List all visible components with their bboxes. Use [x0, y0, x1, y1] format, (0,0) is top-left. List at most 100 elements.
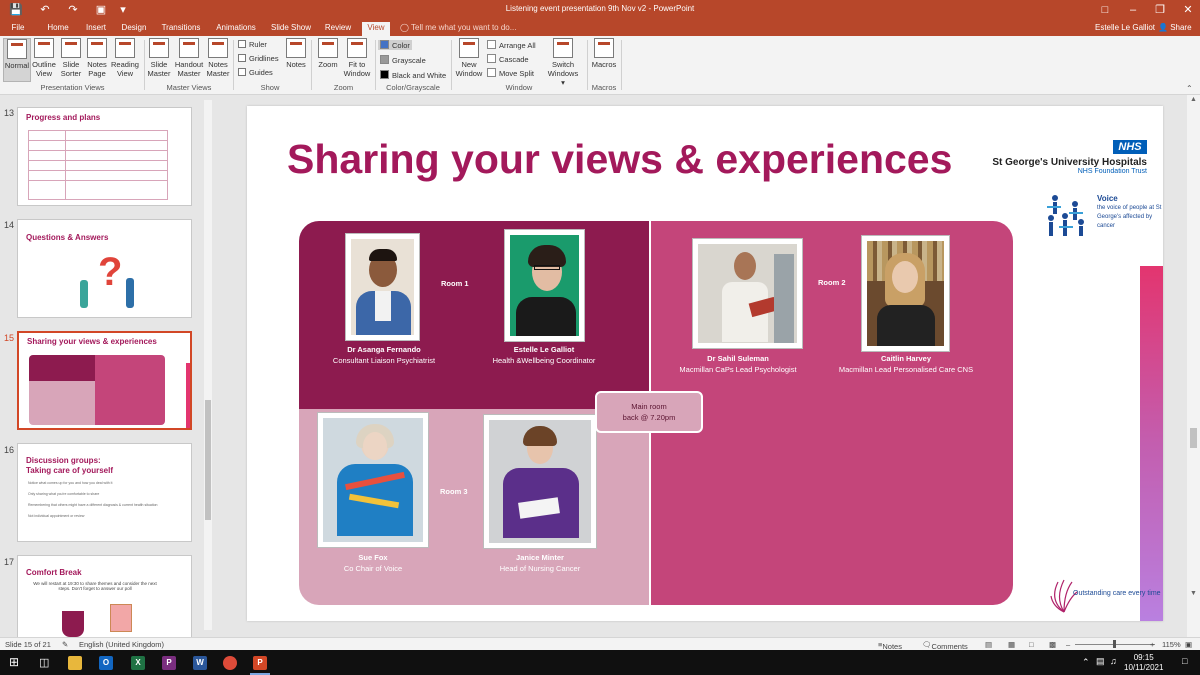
zoom-in-icon[interactable]: + — [1150, 640, 1154, 649]
move-split-button[interactable]: Move Split — [487, 68, 534, 78]
slide-thumbnail-14[interactable]: Questions & Answers ? — [17, 219, 192, 318]
slide-master-button[interactable]: Slide Master — [146, 38, 172, 82]
person-role[interactable]: Macmillan Lead Personalised Care CNS — [813, 365, 999, 374]
zoom-level[interactable]: 115% — [1162, 640, 1181, 649]
main-room-callout[interactable]: Main room back @ 7.20pm — [595, 391, 703, 433]
notes-button[interactable]: Notes — [283, 38, 309, 82]
switch-windows-button[interactable]: Switch Windows ▾ — [545, 38, 581, 87]
person-name[interactable]: Janice Minter — [455, 553, 625, 562]
person-name[interactable]: Sue Fox — [288, 553, 458, 562]
arrange-all-button[interactable]: Arrange All — [487, 40, 536, 50]
maximize-icon[interactable]: ❐ — [1153, 3, 1167, 17]
person-role[interactable]: Co Chair of Voice — [288, 564, 458, 573]
file-explorer-icon[interactable] — [68, 656, 82, 670]
volume-icon[interactable]: ♫ — [1110, 656, 1117, 666]
tab-view[interactable]: View — [362, 22, 390, 36]
close-icon[interactable]: ✕ — [1181, 3, 1195, 17]
show-hidden-icons-icon[interactable]: ⌃ — [1082, 657, 1090, 668]
tell-me-search[interactable]: ◯ Tell me what you want to do... — [400, 23, 516, 32]
network-icon[interactable]: ▤ — [1096, 656, 1105, 667]
person-role[interactable]: Health &Wellbeing Coordinator — [459, 356, 629, 365]
photo-asanga-fernando[interactable] — [345, 233, 420, 341]
reading-view-status-icon[interactable]: □ — [1029, 640, 1034, 649]
slide-thumbnail-17[interactable]: Comfort Break We will restart at 19:30 t… — [17, 555, 192, 637]
thumbnails-scrollbar[interactable] — [204, 100, 212, 630]
notes-page-button[interactable]: Notes Page — [85, 38, 109, 82]
room-2-label[interactable]: Room 2 — [818, 278, 846, 287]
fit-to-window-button[interactable]: Fit to Window — [342, 38, 372, 82]
tab-home[interactable]: Home — [42, 22, 74, 36]
color-button[interactable]: Color — [378, 40, 412, 50]
normal-view-status-icon[interactable]: ▤ — [985, 640, 992, 649]
person-role[interactable]: Consultant Liaison Psychiatrist — [299, 356, 469, 365]
outlook-icon[interactable]: O — [99, 656, 113, 670]
grayscale-button[interactable]: Grayscale — [380, 55, 426, 65]
tab-slide-show[interactable]: Slide Show — [268, 22, 314, 36]
windows-start-icon[interactable]: ⊞ — [9, 656, 19, 668]
excel-icon[interactable]: X — [131, 656, 145, 670]
person-name[interactable]: Dr Asanga Fernando — [299, 345, 469, 354]
slide-title[interactable]: Sharing your views & experiences — [287, 136, 952, 183]
room-3-label[interactable]: Room 3 — [440, 487, 468, 496]
zoom-button[interactable]: Zoom — [315, 38, 341, 82]
room-1-label[interactable]: Room 1 — [441, 279, 469, 288]
scroll-thumb[interactable] — [1190, 428, 1197, 448]
person-role[interactable]: Macmillan CaPs Lead Psychologist — [653, 365, 823, 374]
notes-master-button[interactable]: Notes Master — [205, 38, 231, 82]
cascade-button[interactable]: Cascade — [487, 54, 529, 64]
photo-caitlin-harvey[interactable] — [861, 235, 950, 352]
person-name[interactable]: Dr Sahil Suleman — [653, 354, 823, 363]
gridlines-checkbox[interactable]: Gridlines — [238, 54, 279, 63]
slide-sorter-button[interactable]: Slide Sorter — [59, 38, 83, 82]
photo-sue-fox[interactable] — [317, 412, 429, 548]
collapse-ribbon-icon[interactable]: ⌃ — [1186, 84, 1193, 93]
photo-sahil-suleman[interactable] — [692, 238, 803, 349]
tab-transitions[interactable]: Transitions — [158, 22, 204, 36]
zoom-out-icon[interactable]: – — [1066, 640, 1070, 649]
notes-toggle[interactable]: ≡ Notes — [878, 640, 902, 651]
notifications-icon[interactable]: □ — [1182, 656, 1187, 666]
scroll-down-icon[interactable]: ▼ — [1190, 590, 1197, 597]
photo-janice-minter[interactable] — [483, 414, 597, 549]
current-slide[interactable]: Sharing your views & experiences NHS St … — [247, 106, 1163, 621]
user-name[interactable]: Estelle Le Galliot — [1095, 23, 1155, 32]
zoom-slider-thumb[interactable] — [1113, 640, 1116, 648]
person-role[interactable]: Head of Nursing Cancer — [455, 564, 625, 573]
language-status[interactable]: English (United Kingdom) — [79, 640, 164, 649]
fit-slide-icon[interactable]: ▣ — [1185, 640, 1192, 649]
tab-design[interactable]: Design — [118, 22, 150, 36]
ruler-checkbox[interactable]: Ruler — [238, 40, 267, 49]
share-button[interactable]: 👤 Share — [1158, 23, 1192, 32]
slide-thumbnail-16[interactable]: Discussion groups: Taking care of yourse… — [17, 443, 192, 542]
tab-review[interactable]: Review — [322, 22, 354, 36]
word-icon[interactable]: W — [193, 656, 207, 670]
vertical-scrollbar[interactable]: ▲ ▼ — [1187, 95, 1200, 637]
black-and-white-button[interactable]: Black and White — [380, 70, 446, 80]
outline-view-button[interactable]: Outline View — [31, 38, 57, 82]
empty-panel[interactable] — [651, 409, 1013, 605]
slide-sorter-status-icon[interactable]: ▦ — [1008, 640, 1015, 649]
photo-estelle-le-galliot[interactable] — [504, 229, 585, 342]
slide-show-status-icon[interactable]: ▩ — [1049, 640, 1056, 649]
person-name[interactable]: Estelle Le Galliot — [459, 345, 629, 354]
tab-file[interactable]: File — [6, 22, 30, 36]
person-name[interactable]: Caitlin Harvey — [821, 354, 991, 363]
comments-toggle[interactable]: 🗨 Comments — [922, 640, 968, 651]
normal-view-button[interactable]: Normal — [3, 38, 31, 82]
guides-checkbox[interactable]: Guides — [238, 68, 273, 77]
spell-check-icon[interactable]: ✎ — [62, 640, 68, 649]
slide-thumbnail-13[interactable]: Progress and plans — [17, 107, 192, 206]
publisher-icon[interactable]: P — [162, 656, 176, 670]
ribbon-display-options-icon[interactable]: □ — [1098, 3, 1112, 17]
chrome-icon[interactable] — [223, 656, 237, 670]
tab-insert[interactable]: Insert — [82, 22, 110, 36]
reading-view-button[interactable]: Reading View — [110, 38, 140, 82]
powerpoint-icon[interactable]: P — [253, 656, 267, 670]
task-view-icon[interactable]: ◫ — [39, 656, 49, 669]
handout-master-button[interactable]: Handout Master — [173, 38, 205, 82]
scroll-up-icon[interactable]: ▲ — [1190, 96, 1197, 103]
slide-thumbnail-15[interactable]: Sharing your views & experiences — [17, 331, 192, 430]
macros-button[interactable]: Macros — [590, 38, 618, 82]
system-clock[interactable]: 09:15 10/11/2021 — [1124, 653, 1163, 673]
tab-animations[interactable]: Animations — [212, 22, 260, 36]
